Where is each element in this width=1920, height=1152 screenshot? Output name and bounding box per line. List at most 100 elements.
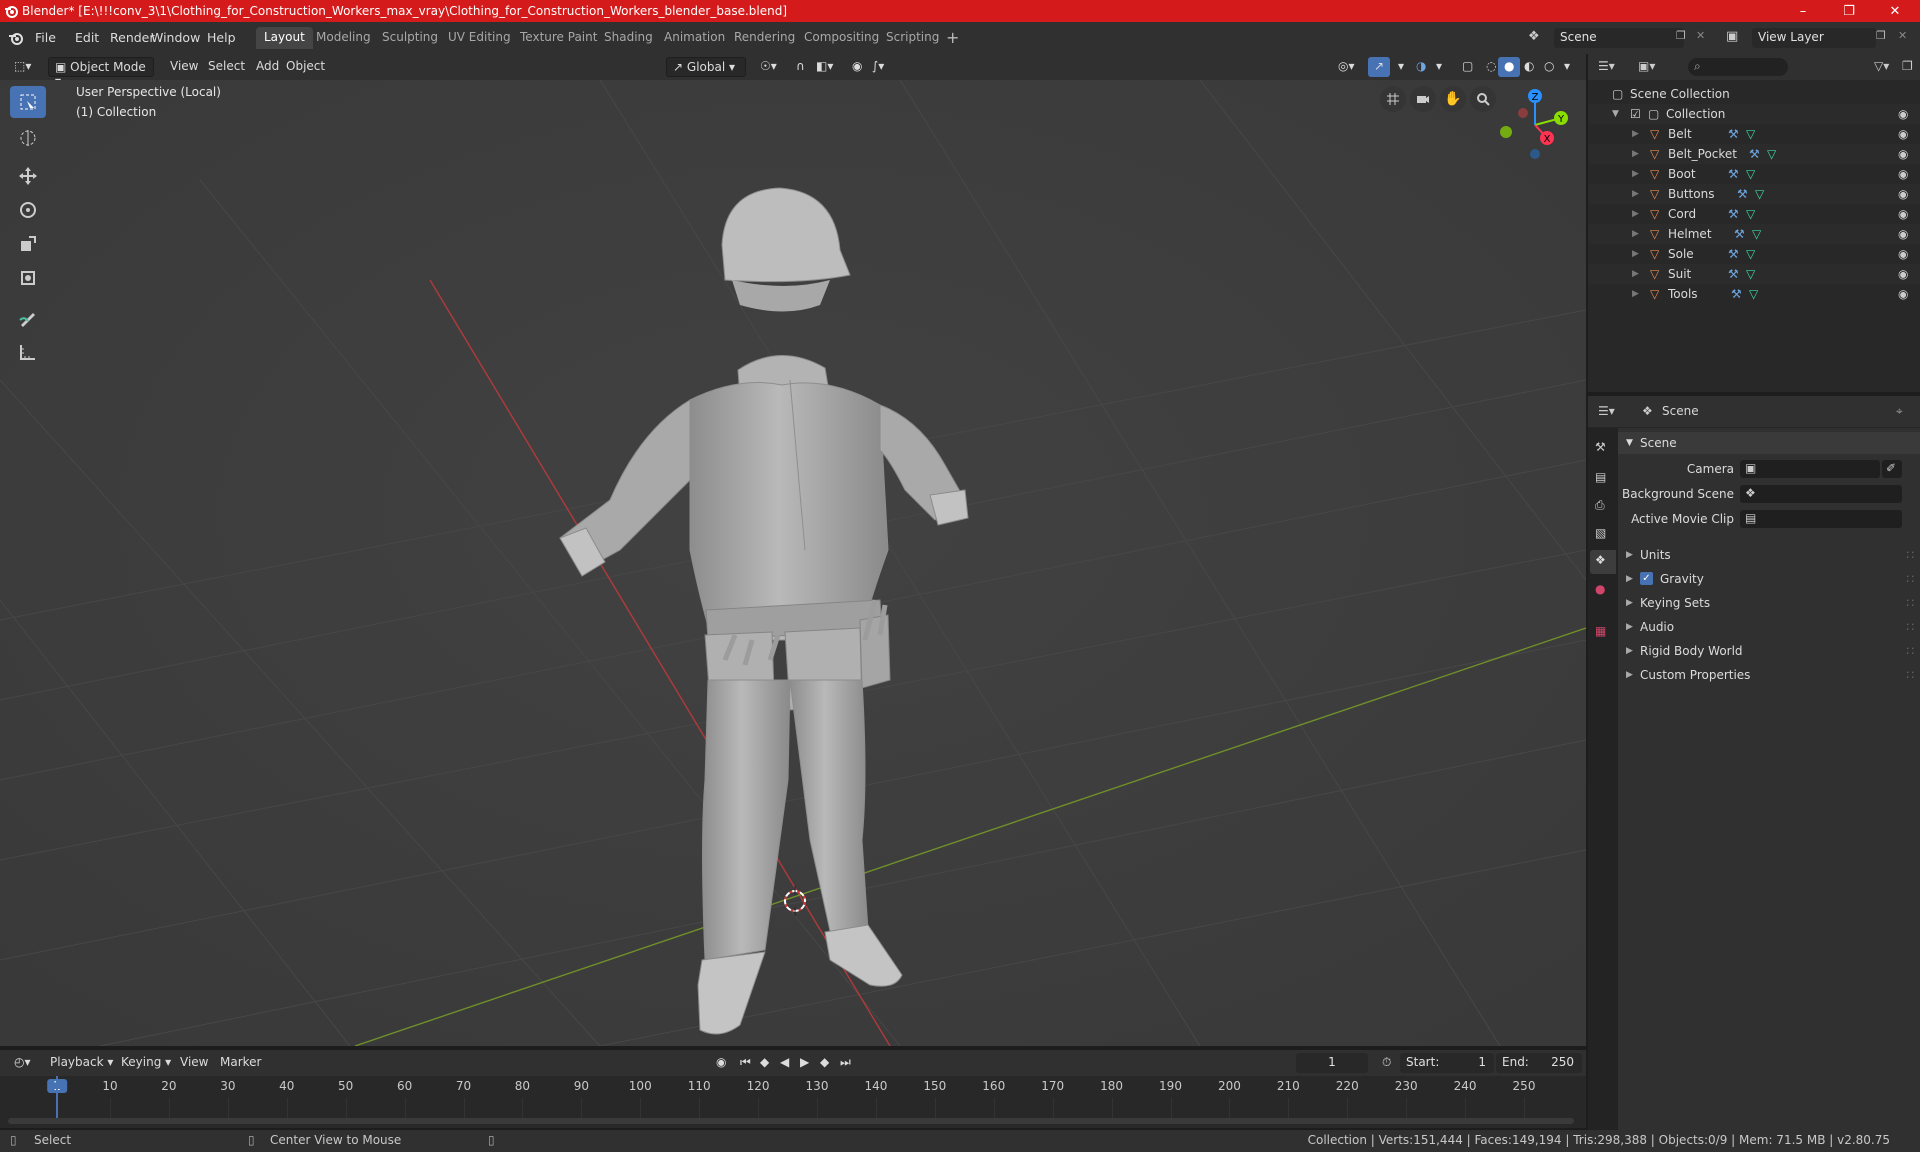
- visibility-eye-icon[interactable]: ◉: [1898, 267, 1908, 281]
- modifier-icon[interactable]: ⚒: [1728, 207, 1739, 221]
- drag-handle-icon[interactable]: ∷: [1906, 668, 1914, 682]
- new-scene-icon[interactable]: ❐: [1676, 29, 1686, 42]
- outliner-item-tools[interactable]: ▶ ▽ Tools ⚒ ▽ ◉: [1588, 284, 1920, 304]
- visibility-eye-icon[interactable]: ◉: [1898, 167, 1908, 181]
- outliner-item-buttons[interactable]: ▶ ▽ Buttons ⚒ ▽ ◉: [1588, 184, 1920, 204]
- cursor-tool[interactable]: [10, 122, 46, 154]
- visibility-eye-icon[interactable]: ◉: [1898, 147, 1908, 161]
- expand-arrow-icon[interactable]: ▶: [1632, 229, 1639, 239]
- new-collection-icon[interactable]: ❐: [1902, 59, 1913, 73]
- falloff-icon[interactable]: ∫▾: [866, 57, 890, 77]
- blender-menu-icon[interactable]: [8, 30, 24, 46]
- panel-rigid-body-world[interactable]: ▶ Rigid Body World ∷: [1618, 640, 1920, 662]
- camera-field[interactable]: ▣: [1740, 460, 1880, 478]
- expand-arrow-icon[interactable]: ▶: [1632, 129, 1639, 139]
- modifier-icon[interactable]: ⚒: [1737, 187, 1748, 201]
- outliner-item-suit[interactable]: ▶ ▽ Suit ⚒ ▽ ◉: [1588, 264, 1920, 284]
- drag-handle-icon[interactable]: ∷: [1906, 596, 1914, 610]
- snap-icon[interactable]: ∩: [790, 57, 811, 77]
- visibility-eye-icon[interactable]: ◉: [1898, 127, 1908, 141]
- drag-handle-icon[interactable]: ∷: [1906, 548, 1914, 562]
- active-movie-clip-field[interactable]: ▤: [1740, 510, 1902, 528]
- collection-checkbox[interactable]: ☑: [1630, 107, 1641, 121]
- tab-layout[interactable]: Layout: [256, 27, 313, 49]
- modifier-icon[interactable]: ⚒: [1728, 167, 1739, 181]
- gravity-checkbox[interactable]: ✓: [1640, 572, 1653, 585]
- delete-view-layer-icon[interactable]: ✕: [1898, 29, 1907, 42]
- visibility-eye-icon[interactable]: ◉: [1898, 107, 1908, 121]
- mesh-data-icon[interactable]: ▽: [1755, 187, 1764, 201]
- menu-window[interactable]: Window: [144, 28, 207, 48]
- modifier-icon[interactable]: ⚒: [1731, 287, 1742, 301]
- tab-sculpting[interactable]: Sculpting: [374, 27, 446, 49]
- snap-target-icon[interactable]: ◧▾: [810, 57, 839, 77]
- end-frame-field[interactable]: End: 250: [1496, 1053, 1582, 1073]
- select-box-tool[interactable]: [10, 86, 46, 118]
- render-tab-icon[interactable]: ▤: [1595, 470, 1606, 484]
- mesh-data-icon[interactable]: ▽: [1767, 147, 1776, 161]
- expand-arrow-icon[interactable]: ▶: [1632, 269, 1639, 279]
- navigation-gizmo[interactable]: Z Y X: [1490, 80, 1580, 170]
- record-icon[interactable]: ◉: [710, 1053, 732, 1073]
- gizmo-dropdown-icon[interactable]: ▾: [1392, 57, 1410, 77]
- play-icon[interactable]: ▶: [794, 1053, 815, 1073]
- mesh-data-icon[interactable]: ▽: [1746, 267, 1755, 281]
- tool-tab-icon[interactable]: ⚒: [1595, 440, 1606, 454]
- move-tool[interactable]: [10, 160, 46, 192]
- timeline-editor-type-icon[interactable]: ◴▾: [8, 1053, 37, 1073]
- expand-arrow-icon[interactable]: ▶: [1632, 249, 1639, 259]
- transform-tool[interactable]: [10, 262, 46, 294]
- mesh-data-icon[interactable]: ▽: [1746, 207, 1755, 221]
- visibility-eye-icon[interactable]: ◉: [1898, 247, 1908, 261]
- eyedropper-button[interactable]: ✐: [1882, 460, 1902, 478]
- menu-help[interactable]: Help: [200, 28, 243, 48]
- filter-icon[interactable]: ▽▾: [1874, 59, 1889, 73]
- expand-arrow-icon[interactable]: ▶: [1632, 189, 1639, 199]
- tab-rendering[interactable]: Rendering: [726, 27, 803, 49]
- overlays-dropdown-icon[interactable]: ▾: [1430, 57, 1448, 77]
- visibility-eye-icon[interactable]: ◉: [1898, 207, 1908, 221]
- gizmo-toggle-icon[interactable]: ↗: [1368, 57, 1391, 77]
- outliner-item-sole[interactable]: ▶ ▽ Sole ⚒ ▽ ◉: [1588, 244, 1920, 264]
- prev-keyframe-icon[interactable]: ◆: [754, 1053, 775, 1073]
- keying-menu[interactable]: Keying ▾: [115, 1053, 177, 1073]
- shading-dropdown-icon[interactable]: ▾: [1558, 57, 1576, 77]
- 3d-viewport[interactable]: User Perspective (Local) (1) Collection …: [0, 80, 1586, 1046]
- expand-arrow-icon[interactable]: ▶: [1632, 289, 1639, 299]
- scene-tab[interactable]: ❖: [1590, 550, 1616, 574]
- xray-icon[interactable]: ▢: [1456, 57, 1479, 77]
- world-tab-icon[interactable]: ●: [1595, 582, 1605, 596]
- scene-field[interactable]: Scene: [1554, 28, 1684, 48]
- new-view-layer-icon[interactable]: ❐: [1876, 29, 1886, 42]
- outliner-item-boot[interactable]: ▶ ▽ Boot ⚒ ▽ ◉: [1588, 164, 1920, 184]
- visibility-icon[interactable]: ◎▾: [1332, 57, 1361, 77]
- tab-scripting[interactable]: Scripting: [878, 27, 947, 49]
- add-workspace-icon[interactable]: +: [946, 28, 959, 47]
- menu-view[interactable]: View: [164, 57, 204, 77]
- jump-end-icon[interactable]: ⏭: [834, 1053, 857, 1073]
- timeline-scrollbar[interactable]: [8, 1118, 1574, 1124]
- expand-arrow-icon[interactable]: ▶: [1632, 169, 1639, 179]
- close-icon[interactable]: ✕: [1872, 0, 1918, 22]
- visibility-eye-icon[interactable]: ◉: [1898, 287, 1908, 301]
- outliner-item-helmet[interactable]: ▶ ▽ Helmet ⚒ ▽ ◉: [1588, 224, 1920, 244]
- mesh-data-icon[interactable]: ▽: [1746, 247, 1755, 261]
- measure-tool[interactable]: [10, 336, 46, 368]
- tab-modeling[interactable]: Modeling: [308, 27, 379, 49]
- modifier-icon[interactable]: ⚒: [1728, 247, 1739, 261]
- outliner-collection[interactable]: ▼ ☑ ▢ Collection ◉: [1588, 104, 1920, 124]
- rotate-tool[interactable]: [10, 194, 46, 226]
- visibility-eye-icon[interactable]: ◉: [1898, 187, 1908, 201]
- display-mode-icon[interactable]: ▣▾: [1638, 59, 1655, 73]
- output-tab-icon[interactable]: ⎙: [1595, 498, 1605, 513]
- expand-arrow-icon[interactable]: ▶: [1632, 149, 1639, 159]
- outliner-search-input[interactable]: ⌕: [1688, 58, 1788, 76]
- drag-handle-icon[interactable]: ∷: [1906, 572, 1914, 586]
- playhead-line[interactable]: [56, 1076, 58, 1120]
- toggle-camera-grid-icon[interactable]: [1380, 86, 1406, 112]
- view-layer-field[interactable]: View Layer: [1752, 28, 1876, 48]
- editor-type-icon[interactable]: ⬚▾: [8, 57, 37, 77]
- panel-custom-properties[interactable]: ▶ Custom Properties ∷: [1618, 664, 1920, 686]
- mesh-data-icon[interactable]: ▽: [1752, 227, 1761, 241]
- scene-icon[interactable]: ❖: [1528, 29, 1540, 44]
